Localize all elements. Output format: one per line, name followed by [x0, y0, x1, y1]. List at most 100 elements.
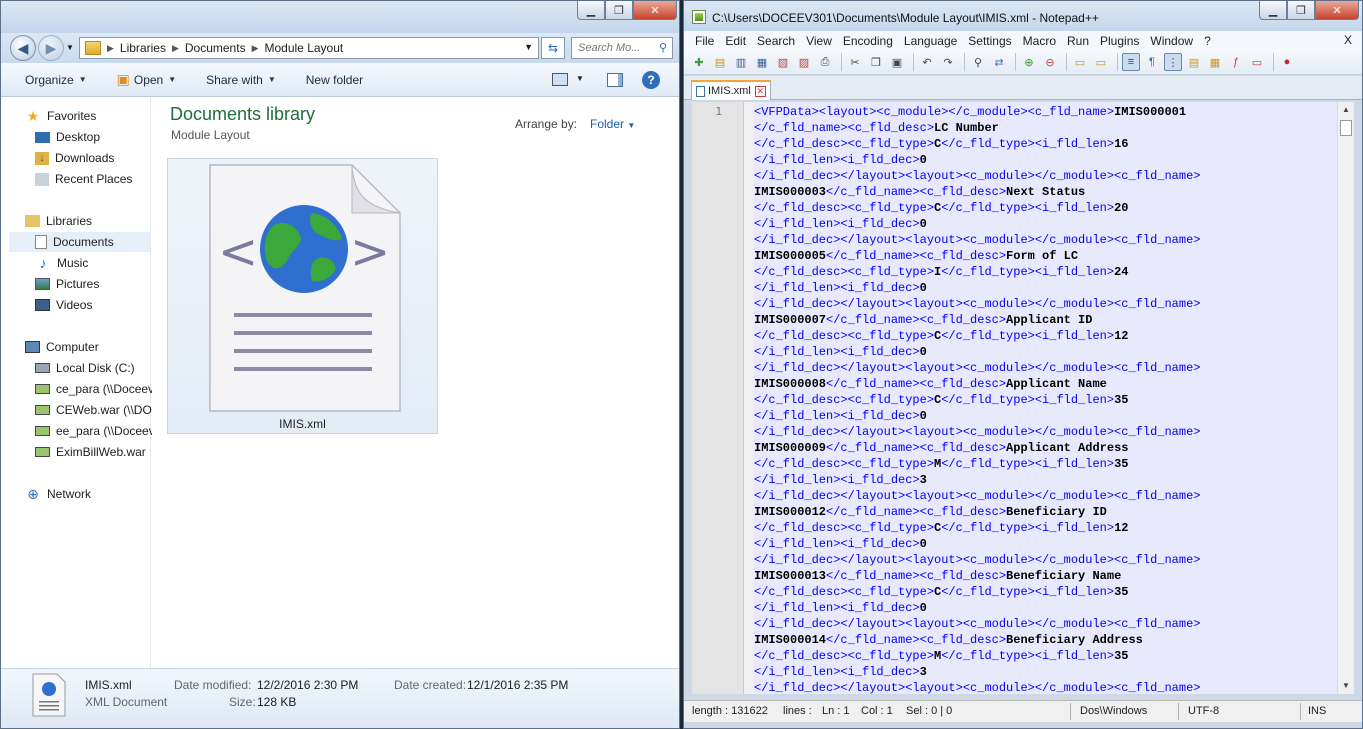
zoom-in-icon[interactable]: ⊕	[1020, 53, 1038, 71]
maximize-button[interactable]: ❐	[1287, 1, 1315, 20]
menu-settings[interactable]: Settings	[968, 34, 1011, 48]
zoom-out-icon[interactable]: ⊖	[1041, 53, 1059, 71]
sync-vertical-icon[interactable]: ▭	[1071, 53, 1089, 71]
menu-window[interactable]: Window	[1150, 34, 1193, 48]
show-all-chars-icon[interactable]: ¶	[1143, 53, 1161, 71]
menu-language[interactable]: Language	[904, 34, 957, 48]
scrollbar-thumb[interactable]	[1340, 120, 1352, 136]
open-button[interactable]: ▣ Open ▼	[117, 71, 177, 88]
indent-guide-icon[interactable]: ⋮	[1164, 53, 1182, 71]
change-view-icon[interactable]	[552, 73, 568, 86]
tab-imis-xml[interactable]: IMIS.xml ✕	[691, 80, 771, 100]
menu-encoding[interactable]: Encoding	[843, 34, 893, 48]
maximize-button[interactable]: ❐	[605, 1, 633, 20]
close-button[interactable]: ✕	[1315, 1, 1359, 20]
scroll-down-icon[interactable]: ▼	[1342, 681, 1350, 690]
npp-tab-bar: IMIS.xml ✕	[684, 76, 1362, 100]
xml-value-text: 12	[1114, 521, 1129, 535]
forward-button[interactable]: ▶	[38, 35, 64, 61]
nav-libraries-label: Libraries	[46, 214, 93, 228]
breadcrumb-documents[interactable]: Documents	[185, 41, 246, 55]
xml-value-text: IMIS000012	[754, 505, 827, 519]
xml-tag-text: </c_fld_type><i_fld_len>	[941, 585, 1115, 599]
save-icon[interactable]: ▥	[732, 53, 750, 71]
code-line: </c_fld_desc><c_fld_type>C</c_fld_type><…	[754, 392, 1329, 408]
menu-view[interactable]: View	[806, 34, 832, 48]
function-list-icon[interactable]: ƒ	[1227, 53, 1245, 71]
nav-documents-label: Documents	[53, 235, 114, 249]
code-line: </c_fld_name><c_fld_desc>LC Number	[754, 120, 1329, 136]
folder-workspace-icon[interactable]: ▭	[1248, 53, 1266, 71]
preview-pane-icon[interactable]	[607, 73, 623, 87]
back-button[interactable]: ◀	[10, 35, 36, 61]
copy-icon[interactable]: ❐	[867, 53, 885, 71]
address-bar[interactable]: ▶ Libraries ▶ Documents ▶ Module Layout …	[79, 37, 539, 59]
xml-tag-text: </i_fld_dec></layout><layout><c_module><…	[754, 553, 1201, 567]
open-icon: ▣	[116, 71, 130, 87]
code-text: <VFPData><layout><c_module></c_module><c…	[754, 104, 1329, 694]
undo-icon[interactable]: ↶	[918, 53, 936, 71]
pictures-icon	[35, 278, 50, 290]
menu-file[interactable]: File	[695, 34, 714, 48]
xml-value-text: LC Number	[934, 121, 999, 135]
word-wrap-icon[interactable]: ≡	[1122, 53, 1140, 71]
chevron-down-icon: ▼	[627, 121, 636, 130]
organize-button[interactable]: Organize ▼	[25, 73, 87, 87]
xml-value-text: 35	[1114, 585, 1129, 599]
menu-run[interactable]: Run	[1067, 34, 1089, 48]
record-macro-icon[interactable]: ●	[1278, 53, 1296, 71]
close-button[interactable]: ✕	[633, 1, 677, 20]
refresh-button[interactable]: ⇆	[541, 37, 565, 59]
minimize-button[interactable]: ▁	[577, 1, 605, 20]
xml-value-text: Beneficiary Address	[1006, 633, 1143, 647]
close-all-icon[interactable]: ▨	[795, 53, 813, 71]
code-editor[interactable]: 1 <VFPData><layout><c_module></c_module>…	[692, 102, 1354, 694]
vertical-scrollbar[interactable]: ▲ ▼	[1337, 102, 1354, 694]
tab-close-icon[interactable]: ✕	[754, 85, 766, 97]
cut-icon[interactable]: ✂	[846, 53, 864, 71]
close-file-icon[interactable]: ▧	[774, 53, 792, 71]
code-line: </i_fld_len><i_fld_dec>3	[754, 472, 1329, 488]
npp-menubar: File Edit Search View Encoding Language …	[684, 31, 1362, 50]
menu-search[interactable]: Search	[757, 34, 795, 48]
user-lang-icon[interactable]: ▤	[1185, 53, 1203, 71]
menu-plugins[interactable]: Plugins	[1100, 34, 1139, 48]
menu-help[interactable]: ?	[1204, 34, 1211, 48]
libraries-icon	[25, 215, 40, 227]
view-dropdown-icon[interactable]: ▼	[576, 74, 584, 83]
code-line: IMIS000013</c_fld_name><c_fld_desc>Benef…	[754, 568, 1329, 584]
breadcrumb-module-layout[interactable]: Module Layout	[265, 41, 344, 55]
minimize-button[interactable]: ▁	[1259, 1, 1287, 20]
breadcrumb-libraries[interactable]: Libraries	[120, 41, 166, 55]
help-icon[interactable]: ?	[642, 71, 660, 89]
xml-value-text: IMIS000005	[754, 249, 827, 263]
recent-pages-dropdown[interactable]: ▼	[66, 43, 74, 52]
open-file-icon[interactable]: ▤	[711, 53, 729, 71]
videos-icon	[35, 299, 50, 311]
scroll-up-icon[interactable]: ▲	[1342, 105, 1350, 114]
save-all-icon[interactable]: ▦	[753, 53, 771, 71]
file-item-imis[interactable]: < > IMIS.xml	[167, 158, 438, 434]
xml-value-text: 0	[919, 281, 927, 295]
menu-macro[interactable]: Macro	[1023, 34, 1056, 48]
doc-map-icon[interactable]: ▦	[1206, 53, 1224, 71]
redo-icon[interactable]: ↷	[939, 53, 957, 71]
print-icon[interactable]: ⎙	[816, 53, 834, 71]
find-icon[interactable]: ⚲	[969, 53, 987, 71]
address-dropdown-icon[interactable]: ▼	[524, 42, 533, 52]
paste-icon[interactable]: ▣	[888, 53, 906, 71]
xml-tag-text: </c_fld_name><c_fld_desc>	[826, 249, 1007, 263]
sync-horizontal-icon[interactable]: ▭	[1092, 53, 1110, 71]
close-document-button[interactable]: X	[1344, 33, 1352, 47]
share-label: Share with	[206, 72, 263, 87]
new-folder-button[interactable]: New folder	[306, 73, 363, 87]
recent-places-icon	[35, 172, 49, 186]
search-input[interactable]: Search Mo... ⚲	[571, 37, 673, 59]
new-file-icon[interactable]: ✚	[690, 53, 708, 71]
arrange-by-dropdown[interactable]: Folder ▼	[590, 117, 635, 131]
nav-documents[interactable]: Documents	[9, 232, 150, 252]
share-with-button[interactable]: Share with ▼	[206, 73, 276, 87]
menu-edit[interactable]: Edit	[725, 34, 746, 48]
replace-icon[interactable]: ⇄	[990, 53, 1008, 71]
code-line: </i_fld_len><i_fld_dec>0	[754, 216, 1329, 232]
